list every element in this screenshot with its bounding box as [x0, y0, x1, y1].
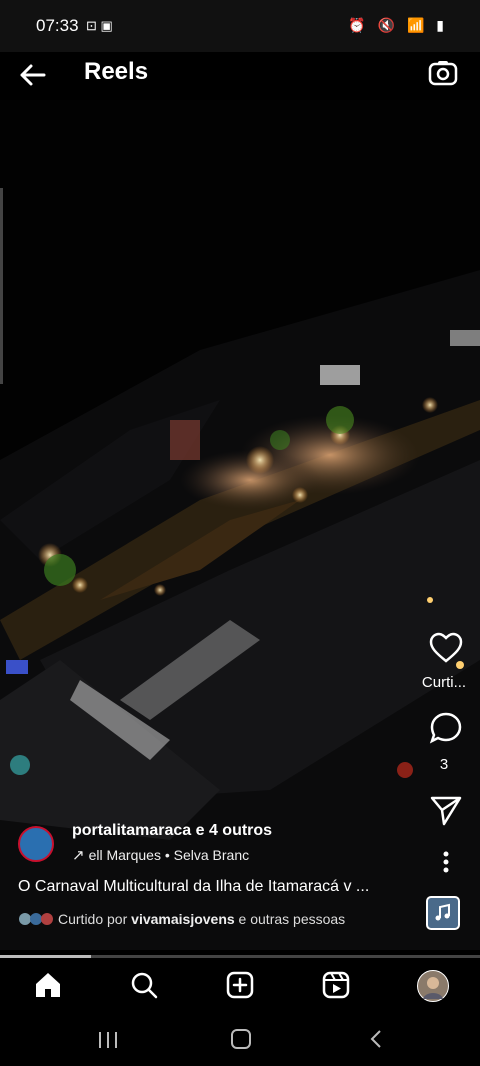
- comments-count: 3: [439, 756, 449, 773]
- home-icon[interactable]: [33, 970, 63, 1000]
- liker-avatars: [18, 912, 58, 929]
- music-thumbnail-icon[interactable]: [426, 896, 460, 930]
- coauthors-text[interactable]: e 4 outros: [191, 822, 272, 839]
- arrow-left-icon[interactable]: [16, 58, 50, 92]
- liked-suffix: e outras pessoas: [234, 911, 346, 927]
- send-icon[interactable]: [428, 792, 464, 828]
- username-text[interactable]: portalitamaraca: [72, 822, 191, 839]
- system-navigation-bar: [0, 1014, 480, 1066]
- page-title: Reels: [84, 58, 149, 85]
- like-label: Curti...: [421, 674, 467, 691]
- post-caption[interactable]: O Carnaval Multicultural da Ilha de Itam…: [18, 878, 410, 896]
- recent-apps-icon[interactable]: [96, 1030, 120, 1055]
- liked-user[interactable]: vivamaisjovens: [131, 911, 235, 927]
- create-icon[interactable]: [225, 970, 255, 1000]
- comment-icon[interactable]: [428, 710, 464, 746]
- camera-icon[interactable]: [426, 56, 460, 90]
- search-icon[interactable]: [129, 970, 159, 1000]
- author-username[interactable]: portalitamaraca e 4 outros: [72, 822, 272, 840]
- status-notification-icons: ⊡ ▣: [86, 18, 113, 33]
- liked-prefix: Curtido por: [58, 911, 132, 927]
- status-system-icons: ⏰ 🔇 📶 ▮: [348, 17, 448, 33]
- audio-track[interactable]: ↗ ell Marques • Selva Branc: [72, 846, 272, 864]
- more-options-icon[interactable]: [428, 846, 464, 882]
- reels-icon[interactable]: [321, 970, 351, 1000]
- audio-track-text: ell Marques • Selva Branc: [88, 847, 250, 863]
- home-system-icon[interactable]: [230, 1028, 252, 1055]
- back-system-icon[interactable]: [368, 1028, 384, 1055]
- arrow-up-right-icon: ↗: [72, 847, 85, 864]
- profile-avatar[interactable]: [417, 970, 449, 1002]
- bottom-navigation: [0, 958, 480, 1014]
- top-header: Reels: [0, 52, 480, 100]
- post-author-row: portalitamaraca e 4 outros ↗ ell Marques …: [18, 816, 418, 866]
- heart-icon[interactable]: [428, 630, 464, 666]
- author-avatar[interactable]: [18, 826, 54, 862]
- status-bar: 07:33 ⊡ ▣ ⏰ 🔇 📶 ▮: [0, 0, 480, 52]
- liked-by-row[interactable]: Curtido por vivamaisjovens e outras pess…: [18, 910, 345, 927]
- status-time: 07:33: [36, 16, 79, 35]
